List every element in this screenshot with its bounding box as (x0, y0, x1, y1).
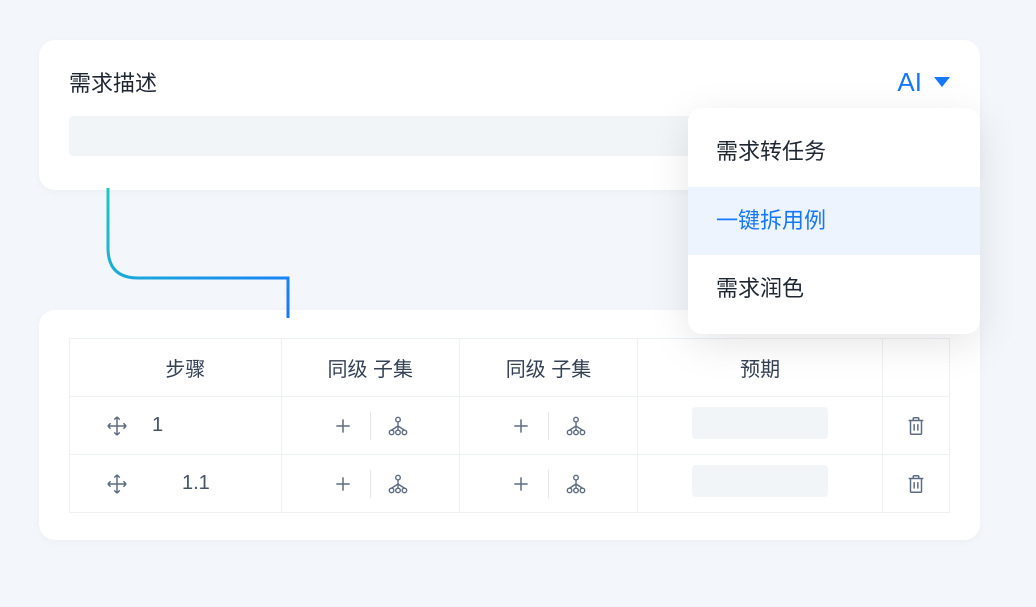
move-handle-icon[interactable] (100, 467, 134, 501)
steps-table: 步骤 同级 子集 同级 子集 预期 1 (69, 338, 950, 513)
divider (548, 412, 549, 440)
add-sibling-button[interactable] (504, 467, 538, 501)
ai-label: AI (897, 67, 922, 98)
add-child-button[interactable] (381, 467, 415, 501)
delete-button[interactable] (899, 409, 933, 443)
chevron-down-icon (934, 77, 950, 87)
step-number: 1.1 (152, 472, 210, 495)
dropdown-item-split-cases[interactable]: 一键拆用例 (688, 187, 980, 256)
ai-dropdown-menu: 需求转任务 一键拆用例 需求润色 (688, 108, 980, 334)
expected-input[interactable] (692, 407, 828, 439)
card-header: 需求描述 AI (69, 66, 950, 98)
steps-table-card: 步骤 同级 子集 同级 子集 预期 1 (39, 310, 980, 540)
delete-button[interactable] (899, 467, 933, 501)
ai-dropdown-trigger[interactable]: AI (897, 67, 950, 98)
divider (370, 412, 371, 440)
connector-line (98, 188, 308, 318)
add-sibling-button[interactable] (326, 467, 360, 501)
column-header-expected: 预期 (638, 339, 883, 397)
move-handle-icon[interactable] (100, 409, 134, 443)
add-child-button[interactable] (559, 467, 593, 501)
add-child-button[interactable] (559, 409, 593, 443)
page-title: 需求描述 (69, 66, 157, 98)
expected-input[interactable] (692, 465, 828, 497)
add-sibling-button[interactable] (504, 409, 538, 443)
add-child-button[interactable] (381, 409, 415, 443)
divider (370, 470, 371, 498)
dropdown-item-requirement-to-task[interactable]: 需求转任务 (688, 118, 980, 187)
column-header-actions (883, 339, 950, 397)
divider (548, 470, 549, 498)
add-sibling-button[interactable] (326, 409, 360, 443)
table-row: 1 (70, 397, 950, 455)
table-row: 1.1 (70, 455, 950, 513)
column-header-sibling-2: 同级 子集 (459, 339, 637, 397)
step-number: 1 (152, 414, 163, 437)
dropdown-item-polish[interactable]: 需求润色 (688, 255, 980, 324)
column-header-step: 步骤 (70, 339, 282, 397)
column-header-sibling-1: 同级 子集 (281, 339, 459, 397)
